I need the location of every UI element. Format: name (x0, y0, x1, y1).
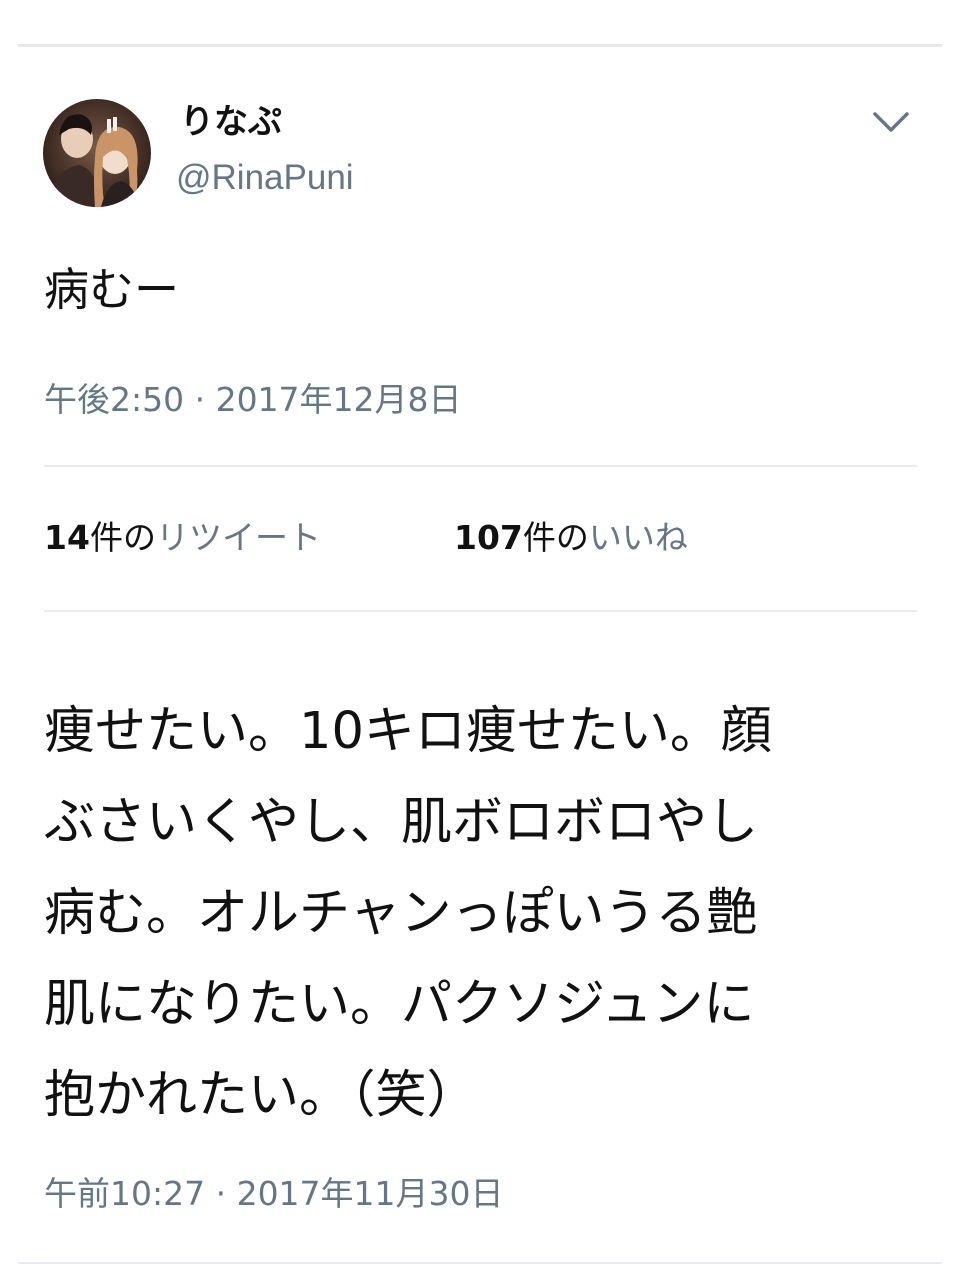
divider (44, 465, 917, 467)
avatar[interactable] (43, 99, 151, 207)
tweet-text: 病むー (44, 263, 180, 316)
divider (44, 610, 917, 612)
bottom-divider (18, 1262, 942, 1264)
like-count-number: 107 (454, 518, 523, 557)
text-line: 抱かれたい。（笑） (44, 1066, 478, 1125)
tweet-timestamp[interactable]: 午後2:50 · 2017年12月8日 (44, 378, 462, 422)
avatar-photo (43, 99, 151, 207)
text-line: ぶさいくやし、肌ボロボロやし (44, 793, 759, 852)
retweet-count-number: 14 (44, 518, 90, 557)
retweet-count-label: リツイート (155, 518, 321, 557)
like-count-label: いいね (588, 518, 688, 557)
top-divider (18, 44, 942, 47)
second-tweet-text: 痩せたい。10キロ痩せたい。顔 ぶさいくやし、肌ボロボロやし 病む。オルチャンっ… (44, 686, 914, 1141)
second-tweet-timestamp[interactable]: 午前10:27 · 2017年11月30日 (44, 1172, 504, 1216)
text-line: 病む。オルチャンっぽいうる艶 (44, 884, 758, 943)
text-line: 痩せたい。10キロ痩せたい。顔 (44, 702, 772, 761)
display-name[interactable]: りなぷ (180, 100, 282, 144)
text-line: 肌になりたい。パクソジュンに (44, 975, 755, 1034)
like-count[interactable]: 107件のいいね (454, 516, 688, 560)
user-handle[interactable]: @RinaPuni (176, 156, 354, 200)
chevron-down-icon[interactable] (872, 108, 910, 136)
retweet-count-unit: 件の (89, 518, 156, 557)
like-count-unit: 件の (522, 518, 589, 557)
retweet-count[interactable]: 14件のリツイート (44, 516, 321, 560)
